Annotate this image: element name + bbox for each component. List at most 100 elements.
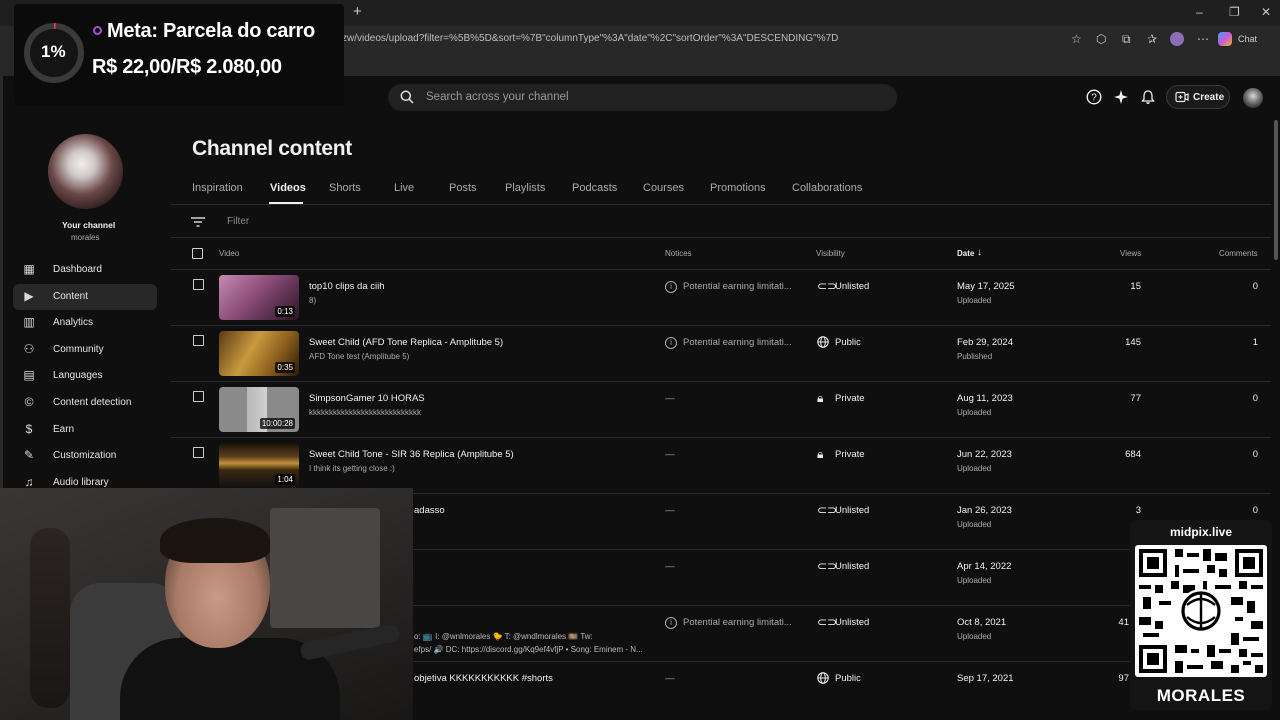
column-header-views: Views — [1120, 249, 1142, 258]
url-text[interactable]: zw/videos/upload?filter=%5B%5D&sort=%7B"… — [342, 33, 838, 44]
sort-down-arrow-icon[interactable]: ↓ — [977, 247, 982, 258]
info-icon[interactable]: i — [665, 281, 677, 293]
sparkle-icon[interactable] — [1113, 89, 1129, 105]
video-title[interactable]: objetiva KKKKKKKKKKK #shorts — [414, 673, 553, 684]
video-date: Aug 11, 2023 — [957, 393, 1013, 404]
sidebar-item-dashboard[interactable]: ▦ Dashboard — [13, 257, 157, 283]
tab-courses[interactable]: Courses — [643, 182, 684, 194]
tab-posts[interactable]: Posts — [449, 182, 477, 194]
sidebar-item-earn[interactable]: $ Earn — [13, 417, 157, 443]
notifications-bell-icon[interactable] — [1140, 89, 1156, 105]
maximize-icon[interactable]: ❐ — [1229, 5, 1240, 19]
video-thumbnail[interactable]: 0:13 — [219, 275, 299, 320]
visibility-status[interactable]: Private — [835, 393, 865, 404]
duration-badge: 1:04 — [275, 474, 295, 485]
info-icon[interactable]: i — [665, 617, 677, 629]
sidebar-item-label: Content detection — [53, 397, 132, 408]
tab-live[interactable]: Live — [394, 182, 414, 194]
visibility-status[interactable]: Unlisted — [835, 281, 869, 292]
profile-avatar[interactable] — [1170, 32, 1184, 46]
languages-icon: ▤ — [23, 368, 35, 382]
audio-library-icon: ♫ — [24, 475, 34, 489]
tab-videos[interactable]: Videos — [270, 182, 306, 194]
table-row[interactable]: 0:35 Sweet Child (AFD Tone Replica - Amp… — [171, 325, 1271, 381]
table-row[interactable]: 1:04 Sweet Child Tone - SIR 36 Replica (… — [171, 437, 1271, 493]
date-status: Uploaded — [957, 576, 992, 585]
scrollbar[interactable] — [1274, 120, 1278, 260]
sidebar-item-label: Community — [53, 344, 104, 355]
visibility-status[interactable]: Private — [835, 449, 865, 460]
close-window-icon[interactable]: ✕ — [1261, 5, 1271, 19]
new-tab-button[interactable]: + — [353, 4, 362, 19]
visibility-status[interactable]: Public — [835, 337, 861, 348]
video-title[interactable]: top10 clips da ciih — [309, 281, 385, 292]
info-icon[interactable]: i — [665, 337, 677, 349]
earn-icon: $ — [25, 422, 33, 436]
chat-label[interactable]: Chat — [1238, 34, 1257, 44]
video-title[interactable]: adasso — [414, 505, 445, 516]
row-checkbox[interactable] — [193, 447, 204, 458]
tab-playlists[interactable]: Playlists — [505, 182, 545, 194]
help-icon[interactable]: ? — [1086, 89, 1102, 105]
channel-avatar[interactable] — [48, 134, 123, 209]
select-all-checkbox[interactable] — [192, 248, 203, 259]
account-avatar[interactable] — [1243, 88, 1263, 108]
tab-collaborations[interactable]: Collaborations — [792, 182, 862, 194]
create-label: Create — [1193, 92, 1225, 103]
visibility-status[interactable]: Unlisted — [835, 561, 869, 572]
video-thumbnail[interactable]: 1:04 — [219, 443, 299, 488]
column-header-visibility: Visibility — [816, 249, 845, 258]
search-bar[interactable]: Search across your channel — [388, 84, 897, 111]
row-checkbox[interactable] — [193, 335, 204, 346]
more-icon[interactable]: ⋯ — [1197, 32, 1209, 46]
notice-text: — — [665, 561, 675, 572]
tab-promotions[interactable]: Promotions — [710, 182, 766, 194]
notice-text: — — [665, 505, 675, 516]
background-shelf — [270, 508, 380, 628]
visibility-status[interactable]: Public — [835, 673, 861, 684]
sidebar-item-community[interactable]: ⚇ Community — [13, 337, 157, 363]
date-status: Uploaded — [957, 408, 992, 417]
filter-input[interactable]: Filter — [227, 216, 249, 227]
star-icon[interactable]: ☆ — [1071, 32, 1082, 46]
views-count: 41 — [1118, 617, 1129, 628]
goal-amount: R$ 22,00/R$ 2.080,00 — [92, 56, 282, 78]
search-icon — [400, 90, 414, 104]
tab-inspiration[interactable]: Inspiration — [192, 182, 243, 194]
copilot-icon[interactable] — [1218, 32, 1232, 46]
table-row[interactable]: 0:13 top10 clips da ciih 8) i Potential … — [171, 269, 1271, 325]
tab-podcasts[interactable]: Podcasts — [572, 182, 617, 194]
sidebar-item-content[interactable]: ▶ Content — [13, 284, 157, 310]
video-thumbnail[interactable]: 10:00:28 — [219, 387, 299, 432]
visibility-status[interactable]: Unlisted — [835, 505, 869, 516]
video-date: Jan 26, 2023 — [957, 505, 1012, 516]
sidebar-item-languages[interactable]: ▤ Languages — [13, 363, 157, 389]
video-description: AFD Tone test (Amplitube 5) — [309, 352, 410, 361]
extension-icon[interactable]: ⬡ — [1096, 32, 1106, 46]
sidebar-item-customization[interactable]: ✎ Customization — [13, 443, 157, 469]
video-title[interactable]: Sweet Child (AFD Tone Replica - Amplitub… — [309, 337, 503, 348]
video-date: Oct 8, 2021 — [957, 617, 1007, 628]
tab-shorts[interactable]: Shorts — [329, 182, 361, 194]
sidebar-item-analytics[interactable]: ▥ Analytics — [13, 310, 157, 336]
channel-name: morales — [71, 233, 100, 242]
sidebar-item-content-detection[interactable]: © Content detection — [13, 390, 157, 416]
create-button[interactable]: Create — [1166, 85, 1230, 109]
row-checkbox[interactable] — [193, 391, 204, 402]
search-placeholder: Search across your channel — [426, 91, 569, 103]
sidebar-item-label: Languages — [53, 370, 103, 381]
table-row[interactable]: 10:00:28 SimpsonGamer 10 HORAS kkkkkkkkk… — [171, 381, 1271, 437]
video-description: 8) — [309, 296, 317, 305]
lock-icon: 🔒︎ — [817, 447, 824, 461]
filter-icon[interactable] — [191, 216, 205, 228]
row-checkbox[interactable] — [193, 279, 204, 290]
column-header-date[interactable]: Date — [957, 249, 974, 258]
split-screen-icon[interactable]: ⧉ — [1122, 32, 1131, 46]
video-thumbnail[interactable]: 0:35 — [219, 331, 299, 376]
page-title: Channel content — [192, 137, 353, 160]
video-title[interactable]: Sweet Child Tone - SIR 36 Replica (Ampli… — [309, 449, 514, 460]
visibility-status[interactable]: Unlisted — [835, 617, 869, 628]
video-title[interactable]: SimpsonGamer 10 HORAS — [309, 393, 425, 404]
favorites-icon[interactable]: ✰ — [1147, 32, 1157, 46]
minimize-icon[interactable]: – — [1196, 5, 1203, 19]
